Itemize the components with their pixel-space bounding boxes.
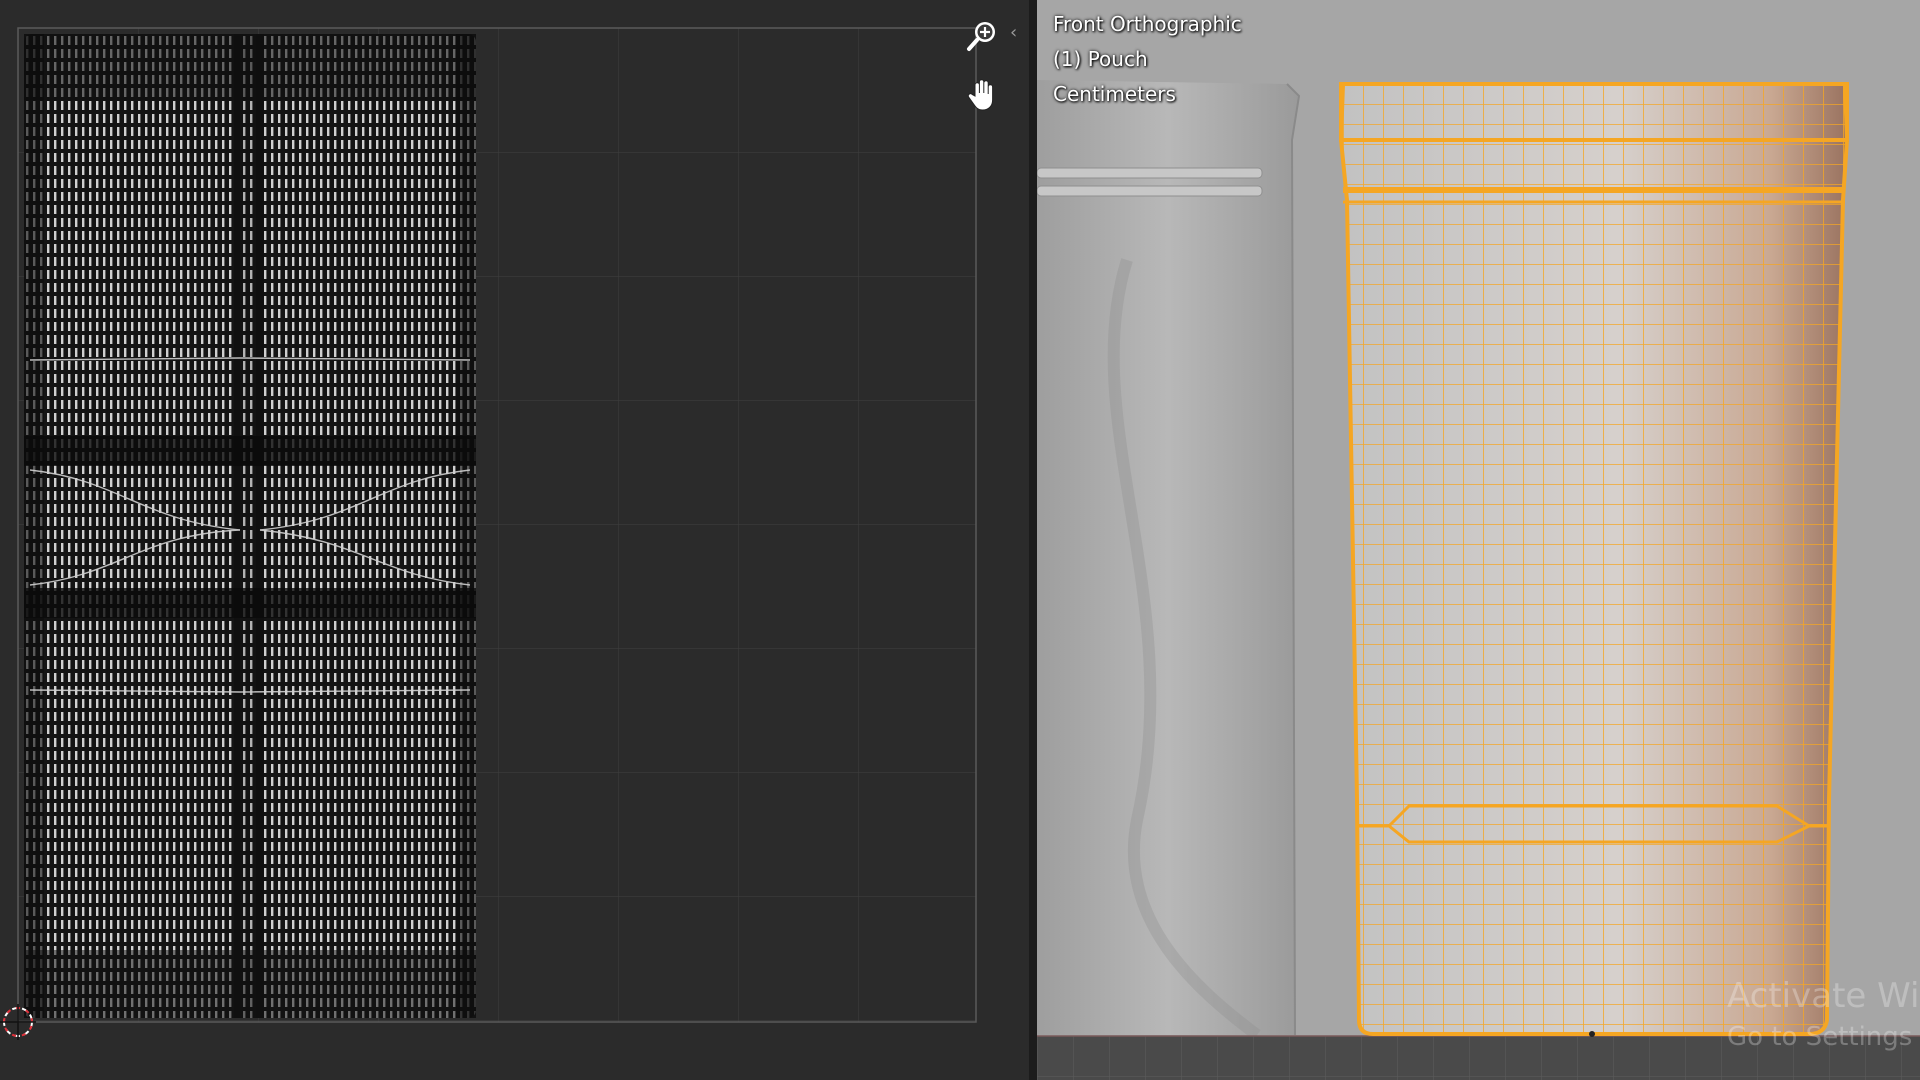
- view-name-label: Front Orthographic: [1053, 12, 1242, 36]
- uv-canvas[interactable]: [0, 0, 1029, 1080]
- uv-editor-panel[interactable]: ‹: [0, 0, 1029, 1080]
- units-label: Centimeters: [1053, 82, 1176, 106]
- area-divider[interactable]: [1029, 0, 1037, 1080]
- 3d-viewport[interactable]: Front Orthographic (1) Pouch Centimeters…: [1037, 0, 1920, 1080]
- activation-watermark-title: Activate Windows: [1727, 976, 1920, 1016]
- hand-pan-icon[interactable]: [966, 76, 1006, 116]
- viewport-canvas[interactable]: [1037, 0, 1920, 1080]
- activation-watermark-subtitle: Go to Settings to activate Windows.: [1727, 1022, 1920, 1052]
- reference-image: [1037, 80, 1301, 1040]
- object-name-label: (1) Pouch: [1053, 47, 1148, 71]
- zoom-in-magnifier-icon[interactable]: [966, 18, 1006, 58]
- pouch-mesh[interactable]: [1338, 82, 1850, 1037]
- uv-islands[interactable]: [24, 34, 476, 1018]
- chevron-left-icon[interactable]: ‹: [1010, 22, 1017, 43]
